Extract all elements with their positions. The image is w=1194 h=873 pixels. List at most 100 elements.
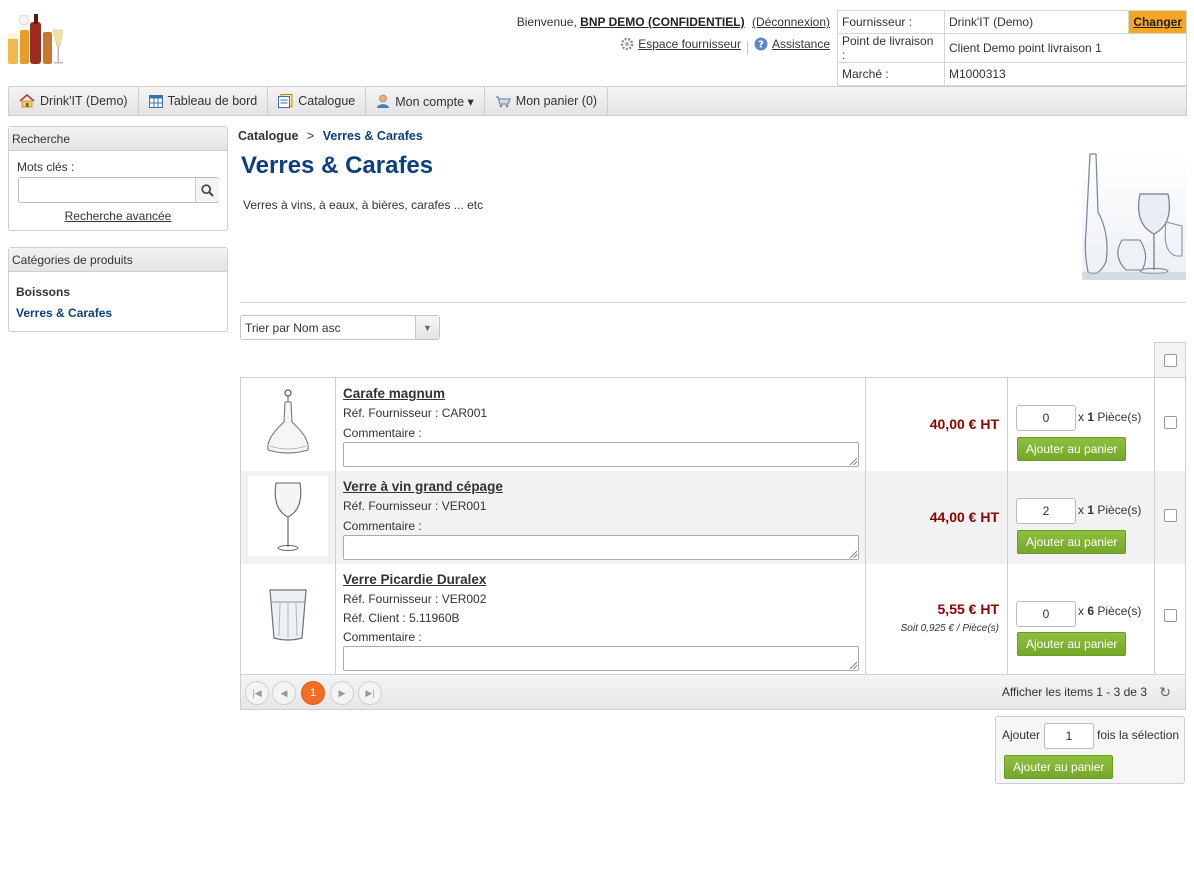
product-name-link[interactable]: Verre à vin grand cépage <box>343 479 503 494</box>
breadcrumb-current: Verres & Carafes <box>322 129 423 143</box>
product-price: 5,55 € HT <box>937 601 999 617</box>
category-link-boissons[interactable]: Boissons <box>16 285 70 299</box>
price-cell: 5,55 € HT Soit 0,925 € / Pièce(s) <box>866 564 1008 674</box>
bulk-quantity-input[interactable]: 1 <box>1044 723 1094 749</box>
unit-name: Pièce(s) <box>1097 410 1142 424</box>
nav-account[interactable]: Mon compte ▾ <box>366 87 485 115</box>
comment-textarea[interactable] <box>343 646 859 671</box>
add-to-cart-button[interactable]: Ajouter au panier <box>1017 632 1127 656</box>
change-supplier-button[interactable]: Changer <box>1128 10 1187 34</box>
wine-glass-image <box>274 482 302 551</box>
company-logo[interactable] <box>6 10 66 68</box>
user-name-link[interactable]: BNP DEMO (CONFIDENTIEL) <box>580 15 744 29</box>
product-price: 44,00 € HT <box>929 509 999 525</box>
select-all-checkbox[interactable] <box>1163 354 1177 367</box>
product-image[interactable] <box>248 574 328 654</box>
next-page-button[interactable]: ▶ <box>330 681 354 705</box>
unit-count: 1 <box>1087 503 1095 517</box>
market-label: Marché : <box>837 62 945 86</box>
supplier-space-label: Espace fournisseur <box>638 37 741 51</box>
page-1-button[interactable]: 1 <box>301 681 325 705</box>
bulk-suffix: fois la sélection <box>1097 728 1180 742</box>
chevron-down-icon: ▼ <box>415 316 439 339</box>
add-to-cart-button[interactable]: Ajouter au panier <box>1017 530 1127 554</box>
welcome-prefix: Bienvenue, <box>516 15 577 29</box>
prev-page-button[interactable]: ◀ <box>272 681 296 705</box>
product-grid: Carafe magnum Réf. Fournisseur : CAR001 … <box>240 377 1186 710</box>
first-page-button[interactable]: |◀ <box>245 681 269 705</box>
refresh-icon[interactable]: ↻ <box>1159 684 1171 701</box>
comment-label: Commentaire : <box>343 519 422 533</box>
advanced-search-link[interactable]: Recherche avancée <box>9 209 227 223</box>
comment-label: Commentaire : <box>343 426 422 440</box>
category-link-verres-carafes[interactable]: Verres & Carafes <box>16 306 112 320</box>
supplier-space-link[interactable]: Espace fournisseur <box>620 37 741 51</box>
supplier-reference: Réf. Fournisseur : VER001 <box>343 499 487 513</box>
nav-catalog[interactable]: Catalogue <box>268 87 367 115</box>
keywords-input[interactable] <box>18 177 219 203</box>
unit-name: Pièce(s) <box>1097 503 1142 517</box>
breadcrumb-catalog-link[interactable]: Catalogue <box>238 129 298 143</box>
nav-catalog-label: Catalogue <box>298 94 356 108</box>
gear-icon <box>620 37 634 51</box>
svg-text:?: ? <box>758 40 764 51</box>
product-name-link[interactable]: Verre Picardie Duralex <box>343 572 486 587</box>
price-cell: 44,00 € HT <box>866 471 1008 564</box>
unit-x: x <box>1078 410 1084 424</box>
product-image[interactable] <box>248 383 328 463</box>
select-checkbox[interactable] <box>1164 609 1177 622</box>
breadcrumb: Catalogue > Verres & Carafes <box>238 129 423 143</box>
unit-price: Soit 0,925 € / Pièce(s) <box>900 623 999 634</box>
categories-panel: Catégories de produits Boissons Verres &… <box>8 247 228 332</box>
supplier-label: Fournisseur : <box>837 10 945 34</box>
nav-home-label: Drink'IT (Demo) <box>40 94 128 108</box>
nav-dashboard[interactable]: Tableau de bord <box>139 87 269 115</box>
unit-x: x <box>1078 604 1084 618</box>
product-image-cell <box>241 564 336 674</box>
product-info-cell: Carafe magnum Réf. Fournisseur : CAR001 … <box>336 378 866 471</box>
product-name-link[interactable]: Carafe magnum <box>343 386 445 401</box>
comment-textarea[interactable] <box>343 535 859 560</box>
decanter-image <box>267 389 309 454</box>
assistance-link[interactable]: ? Assistance <box>754 37 830 51</box>
quantity-cell: 2 x 1 Pièce(s) Ajouter au panier <box>1008 471 1155 564</box>
unit-x: x <box>1078 503 1084 517</box>
unit-count: 6 <box>1087 604 1095 618</box>
quantity-input[interactable]: 2 <box>1016 498 1076 524</box>
keywords-label: Mots clés : <box>17 160 75 174</box>
assistance-label: Assistance <box>771 37 830 51</box>
breadcrumb-separator: > <box>306 129 315 143</box>
category-description: Verres à vins, à eaux, à bières, carafes… <box>243 198 484 212</box>
delivery-point-label: Point de livraison : <box>837 33 945 63</box>
nav-cart[interactable]: Mon panier (0) <box>485 87 609 115</box>
search-panel: Recherche Mots clés : Recherche avancée <box>8 126 228 231</box>
quantity-input[interactable]: 0 <box>1016 601 1076 627</box>
client-reference: Réf. Client : 5.11960B <box>343 611 460 625</box>
select-checkbox[interactable] <box>1164 509 1177 522</box>
select-cell <box>1155 564 1186 674</box>
unit-count: 1 <box>1087 410 1095 424</box>
sort-select[interactable]: Trier par Nom asc ▼ <box>240 315 440 340</box>
logout-link[interactable]: (Déconnexion) <box>752 15 830 29</box>
search-panel-title: Recherche <box>9 127 227 151</box>
add-to-cart-button[interactable]: Ajouter au panier <box>1017 437 1127 461</box>
product-row: Verre Picardie Duralex Réf. Fournisseur … <box>241 564 1185 674</box>
product-image[interactable] <box>248 476 328 556</box>
help-icon: ? <box>754 37 768 51</box>
header-divider <box>746 40 748 55</box>
nav-home[interactable]: Drink'IT (Demo) <box>9 87 139 115</box>
bulk-add-to-cart-button[interactable]: Ajouter au panier <box>1004 755 1114 779</box>
sort-select-value: Trier par Nom asc <box>245 321 341 335</box>
bulk-prefix: Ajouter <box>1002 728 1041 742</box>
supplier-reference: Réf. Fournisseur : VER002 <box>343 592 487 606</box>
quantity-input[interactable]: 0 <box>1016 405 1076 431</box>
home-icon <box>19 94 35 108</box>
comment-label: Commentaire : <box>343 630 422 644</box>
last-page-button[interactable]: ▶| <box>358 681 382 705</box>
search-button[interactable] <box>195 178 219 202</box>
cart-icon <box>495 96 511 108</box>
header-links: Espace fournisseur ? Assistance <box>560 37 830 55</box>
comment-textarea[interactable] <box>343 442 859 467</box>
welcome-line: Bienvenue, BNP DEMO (CONFIDENTIEL) (Déco… <box>470 15 830 29</box>
select-checkbox[interactable] <box>1164 416 1177 429</box>
